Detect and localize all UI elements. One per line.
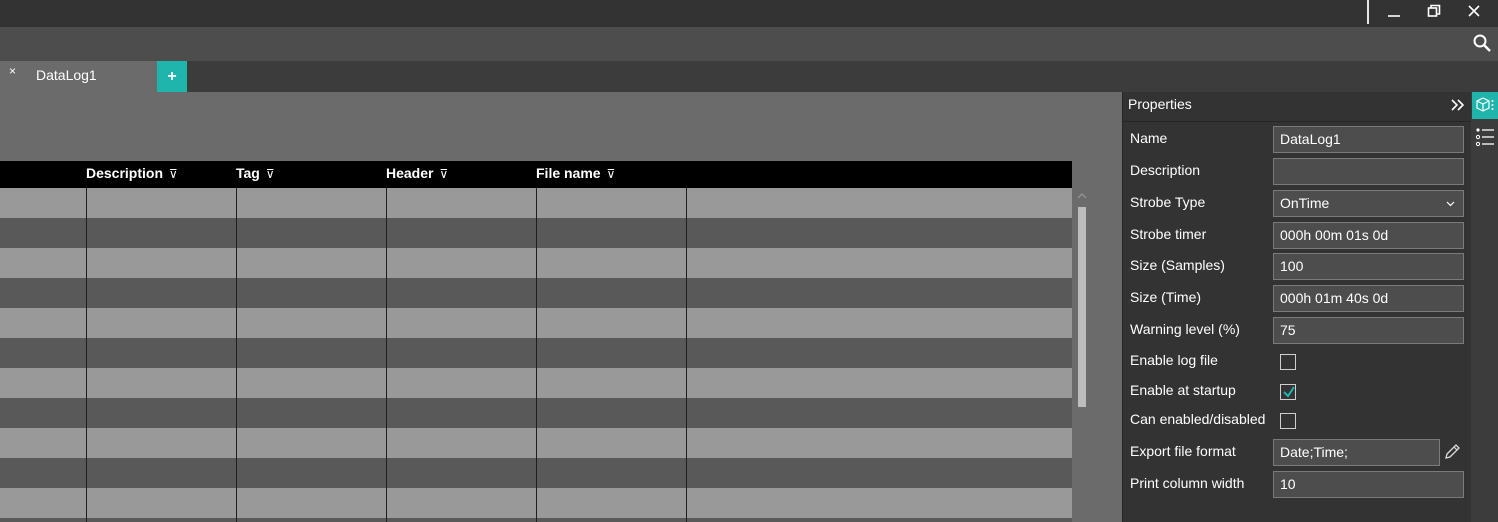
edit-pencil-icon[interactable] <box>1442 442 1462 462</box>
tab-close-button[interactable]: × <box>9 65 16 77</box>
property-value: 000h 01m 40s 0d <box>1280 290 1389 306</box>
filter-icon[interactable]: ⊽ <box>169 167 178 181</box>
search-icon <box>1473 34 1491 52</box>
property-label: Size (Time) <box>1130 289 1202 305</box>
column-header-header[interactable]: Header ⊽ <box>386 165 448 181</box>
property-input[interactable]: 75 <box>1273 317 1464 344</box>
property-label: Enable log file <box>1130 352 1218 368</box>
property-label: Size (Samples) <box>1130 257 1225 273</box>
property-checkbox[interactable] <box>1280 413 1296 429</box>
tab-bar <box>0 61 1498 92</box>
collapse-panel-icon[interactable] <box>1449 97 1467 113</box>
title-separator <box>1367 0 1369 24</box>
property-input[interactable]: DataLog1 <box>1273 126 1464 153</box>
restore-button[interactable] <box>1420 0 1448 22</box>
search-button[interactable] <box>1472 33 1494 55</box>
scrollbar-thumb[interactable] <box>1078 207 1086 407</box>
divider <box>1122 121 1471 122</box>
property-label: Enable at startup <box>1130 382 1236 398</box>
property-value: 000h 00m 01s 0d <box>1280 227 1389 243</box>
property-label: Print column width <box>1130 475 1245 491</box>
property-label: Name <box>1130 130 1168 146</box>
property-input[interactable]: Date;Time; <box>1273 439 1440 466</box>
list-tab-button[interactable] <box>1472 123 1498 150</box>
property-label: Description <box>1130 162 1201 178</box>
properties-tab-button[interactable] <box>1472 92 1498 119</box>
property-value: 75 <box>1280 322 1296 338</box>
property-input[interactable]: 000h 00m 01s 0d <box>1273 222 1464 249</box>
column-header-file-name[interactable]: File name ⊽ <box>536 165 615 181</box>
property-select[interactable]: OnTime <box>1273 190 1464 217</box>
property-input[interactable] <box>1273 158 1464 185</box>
column-header-description[interactable]: Description ⊽ <box>86 165 178 181</box>
scroll-up-icon[interactable] <box>1077 191 1087 201</box>
column-divider <box>236 188 237 522</box>
column-divider <box>686 188 687 522</box>
property-input[interactable]: 10 <box>1273 471 1464 498</box>
column-label: Header <box>386 165 434 181</box>
column-header-tag[interactable]: Tag ⊽ <box>236 165 275 181</box>
property-input[interactable]: 100 <box>1273 253 1464 280</box>
property-input[interactable]: 000h 01m 40s 0d <box>1273 285 1464 312</box>
close-window-button[interactable] <box>1460 0 1488 22</box>
chevron-down-icon <box>1446 201 1455 207</box>
filter-icon[interactable]: ⊽ <box>607 167 616 181</box>
property-checkbox[interactable] <box>1280 384 1296 400</box>
restore-icon <box>1427 4 1441 17</box>
filter-icon[interactable]: ⊽ <box>266 167 275 181</box>
column-divider <box>536 188 537 522</box>
property-value: OnTime <box>1280 195 1330 211</box>
side-strip <box>1471 92 1498 522</box>
minimize-icon <box>1388 15 1400 17</box>
filter-icon[interactable]: ⊽ <box>439 167 448 181</box>
column-divider <box>86 188 87 522</box>
property-value: DataLog1 <box>1280 131 1341 147</box>
minimize-button[interactable] <box>1380 0 1408 22</box>
column-divider <box>386 188 387 522</box>
close-icon <box>1468 5 1480 17</box>
property-value: Date;Time; <box>1280 444 1348 460</box>
column-label: Tag <box>236 165 260 181</box>
column-label: Description <box>86 165 164 181</box>
property-label: Export file format <box>1130 443 1236 459</box>
properties-title: Properties <box>1128 96 1192 112</box>
property-value: 100 <box>1280 258 1304 274</box>
title-bar <box>0 0 1498 27</box>
toolbar <box>0 27 1498 61</box>
property-label: Strobe Type <box>1130 194 1206 210</box>
property-checkbox[interactable] <box>1280 354 1296 370</box>
property-label: Can enabled/disabled <box>1130 411 1266 427</box>
property-label: Strobe timer <box>1130 226 1207 242</box>
add-tab-button[interactable]: + <box>157 61 187 92</box>
column-label: File name <box>536 165 601 181</box>
property-value: 10 <box>1280 476 1296 492</box>
cube-icon <box>1476 96 1494 112</box>
tab-label[interactable]: DataLog1 <box>36 67 97 83</box>
list-icon <box>1475 127 1494 146</box>
property-label: Warning level (%) <box>1130 321 1240 337</box>
checkmark-icon <box>1283 386 1295 398</box>
